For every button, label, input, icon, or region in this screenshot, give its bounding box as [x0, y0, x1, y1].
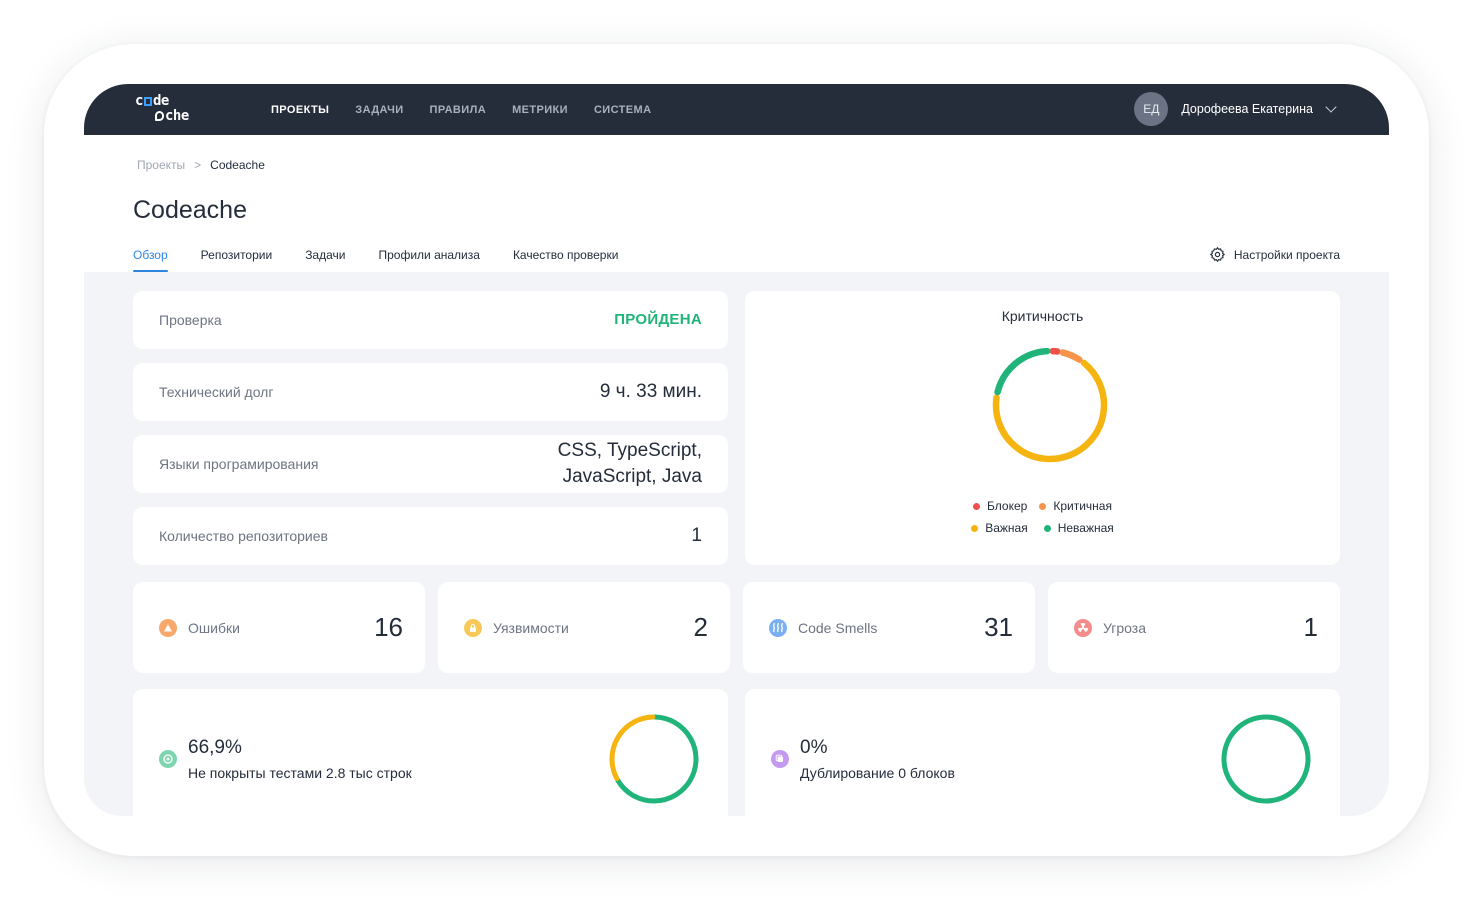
coverage-description: Не покрыты тестами 2.8 тыс строк — [188, 765, 412, 781]
legend-blocker: Блокер — [973, 499, 1027, 513]
coverage-uncovered-arc — [609, 714, 656, 781]
tech-debt-label: Технический долг — [159, 384, 274, 400]
settings-label: Настройки проекта — [1233, 247, 1340, 262]
project-settings-button[interactable]: Настройки проекта — [1209, 246, 1340, 263]
repo-count-value: 1 — [691, 525, 702, 546]
warning-icon — [159, 618, 177, 637]
nav-rules[interactable]: ПРАВИЛА — [430, 104, 487, 116]
nav-system[interactable]: СИСТЕМА — [594, 104, 651, 116]
donut-segment-major — [992, 359, 1108, 463]
languages-value-line1: CSS, TypeScript, — [557, 440, 702, 461]
minor-dot — [1043, 524, 1051, 532]
criticality-card: Критичность Блокер Критичная Важная Нева… — [745, 291, 1340, 565]
top-navbar: c de che ПРОЕКТЫ ЗАДАЧИ ПРАВИЛА МЕТРИКИ С… — [84, 84, 1389, 135]
code-smells-label: Code Smells — [798, 619, 878, 636]
bugs-label: Ошибки — [188, 619, 240, 636]
legend-critical: Критичная — [1039, 499, 1112, 513]
repo-count-card: Количество репозиториев 1 — [133, 507, 728, 565]
tab-analysis-profiles[interactable]: Профили анализа — [378, 248, 479, 272]
gear-icon — [1209, 246, 1225, 263]
languages-value: CSS, TypeScript, JavaScript, Java — [558, 438, 702, 490]
coverage-donut — [609, 714, 699, 804]
criticality-title: Критичность — [1001, 308, 1084, 324]
coverage-value: 66,9% — [188, 737, 242, 758]
tab-repositories[interactable]: Репозитории — [201, 248, 273, 272]
overview-content: Проверка ПРОЙДЕНА Технический долг 9 ч. … — [84, 272, 1389, 816]
vulnerabilities-count: 2 — [693, 612, 708, 642]
duplication-description: Дублирование 0 блоков — [800, 765, 955, 781]
tab-overview[interactable]: Обзор — [133, 248, 168, 272]
radiation-icon — [1074, 618, 1092, 637]
page-title: Codeache — [133, 196, 247, 224]
status-badge: ПРОЙДЕНА — [614, 311, 702, 328]
legend-major: Важная — [971, 521, 1028, 535]
criticality-legend: Блокер Критичная Важная Неважная — [745, 499, 1340, 543]
coverage-covered-arc — [615, 714, 699, 804]
breadcrumb-current: Codeache — [210, 158, 265, 172]
vulnerabilities-label: Уязвимости — [493, 619, 569, 636]
tab-tasks[interactable]: Задачи — [305, 248, 345, 272]
critical-dot — [1039, 502, 1047, 510]
app-logo[interactable]: c de che — [135, 93, 195, 125]
bugs-card[interactable]: Ошибки 16 — [133, 582, 425, 673]
user-menu[interactable]: ЕД Дорофеева Екатерина — [1134, 91, 1337, 127]
duplication-value: 0% — [800, 737, 828, 758]
coverage-card[interactable]: 66,9% Не покрыты тестами 2.8 тыс строк — [133, 689, 728, 816]
bugs-count: 16 — [374, 612, 403, 642]
donut-segment-critical — [1059, 349, 1083, 363]
smell-icon — [769, 618, 787, 637]
project-tabs: Обзор Репозитории Задачи Профили анализа… — [133, 248, 651, 272]
threats-label: Угроза — [1103, 619, 1146, 636]
donut-segment-minor — [994, 347, 1051, 396]
criticality-donut — [992, 347, 1108, 463]
code-smells-count: 31 — [984, 612, 1013, 642]
repo-count-label: Количество репозиториев — [159, 528, 328, 544]
major-dot — [971, 524, 979, 532]
lock-icon — [464, 618, 482, 637]
code-smells-card[interactable]: Code Smells 31 — [743, 582, 1035, 673]
duplication-ring — [1221, 714, 1311, 804]
avatar: ЕД — [1134, 92, 1169, 126]
chevron-down-icon — [1325, 101, 1337, 113]
threats-card[interactable]: Угроза 1 — [1048, 582, 1340, 673]
tech-debt-card: Технический долг 9 ч. 33 мин. — [133, 363, 728, 421]
breadcrumb: Проекты > Codeache — [137, 158, 265, 172]
tech-debt-value: 9 ч. 33 мин. — [599, 381, 702, 402]
breadcrumb-projects[interactable]: Проекты — [137, 158, 185, 172]
languages-card: Языки програмирования CSS, TypeScript, J… — [133, 435, 728, 493]
target-icon — [159, 750, 177, 768]
legend-minor: Неважная — [1043, 521, 1114, 535]
main-nav: ПРОЕКТЫ ЗАДАЧИ ПРАВИЛА МЕТРИКИ СИСТЕМА — [271, 84, 677, 135]
blocker-dot — [973, 502, 981, 510]
tab-quality-gate[interactable]: Качество проверки — [513, 248, 618, 272]
copy-icon — [771, 750, 789, 768]
vulnerabilities-card[interactable]: Уязвимости 2 — [438, 582, 730, 673]
threats-count: 1 — [1303, 612, 1318, 642]
languages-value-line2: JavaScript, Java — [562, 466, 702, 487]
check-label: Проверка — [159, 312, 222, 328]
nav-projects[interactable]: ПРОЕКТЫ — [271, 104, 329, 116]
nav-metrics[interactable]: МЕТРИКИ — [512, 104, 568, 116]
nav-tasks[interactable]: ЗАДАЧИ — [355, 104, 403, 116]
chevron-right-icon: > — [194, 158, 202, 172]
duplication-donut — [1221, 714, 1311, 804]
languages-label: Языки програмирования — [159, 456, 319, 472]
user-name: Дорофеева Екатерина — [1181, 102, 1313, 116]
app-screen: c de che ПРОЕКТЫ ЗАДАЧИ ПРАВИЛА МЕТРИКИ С… — [84, 84, 1389, 816]
duplication-card[interactable]: 0% Дублирование 0 блоков — [745, 689, 1340, 816]
check-status-card: Проверка ПРОЙДЕНА — [133, 291, 728, 349]
